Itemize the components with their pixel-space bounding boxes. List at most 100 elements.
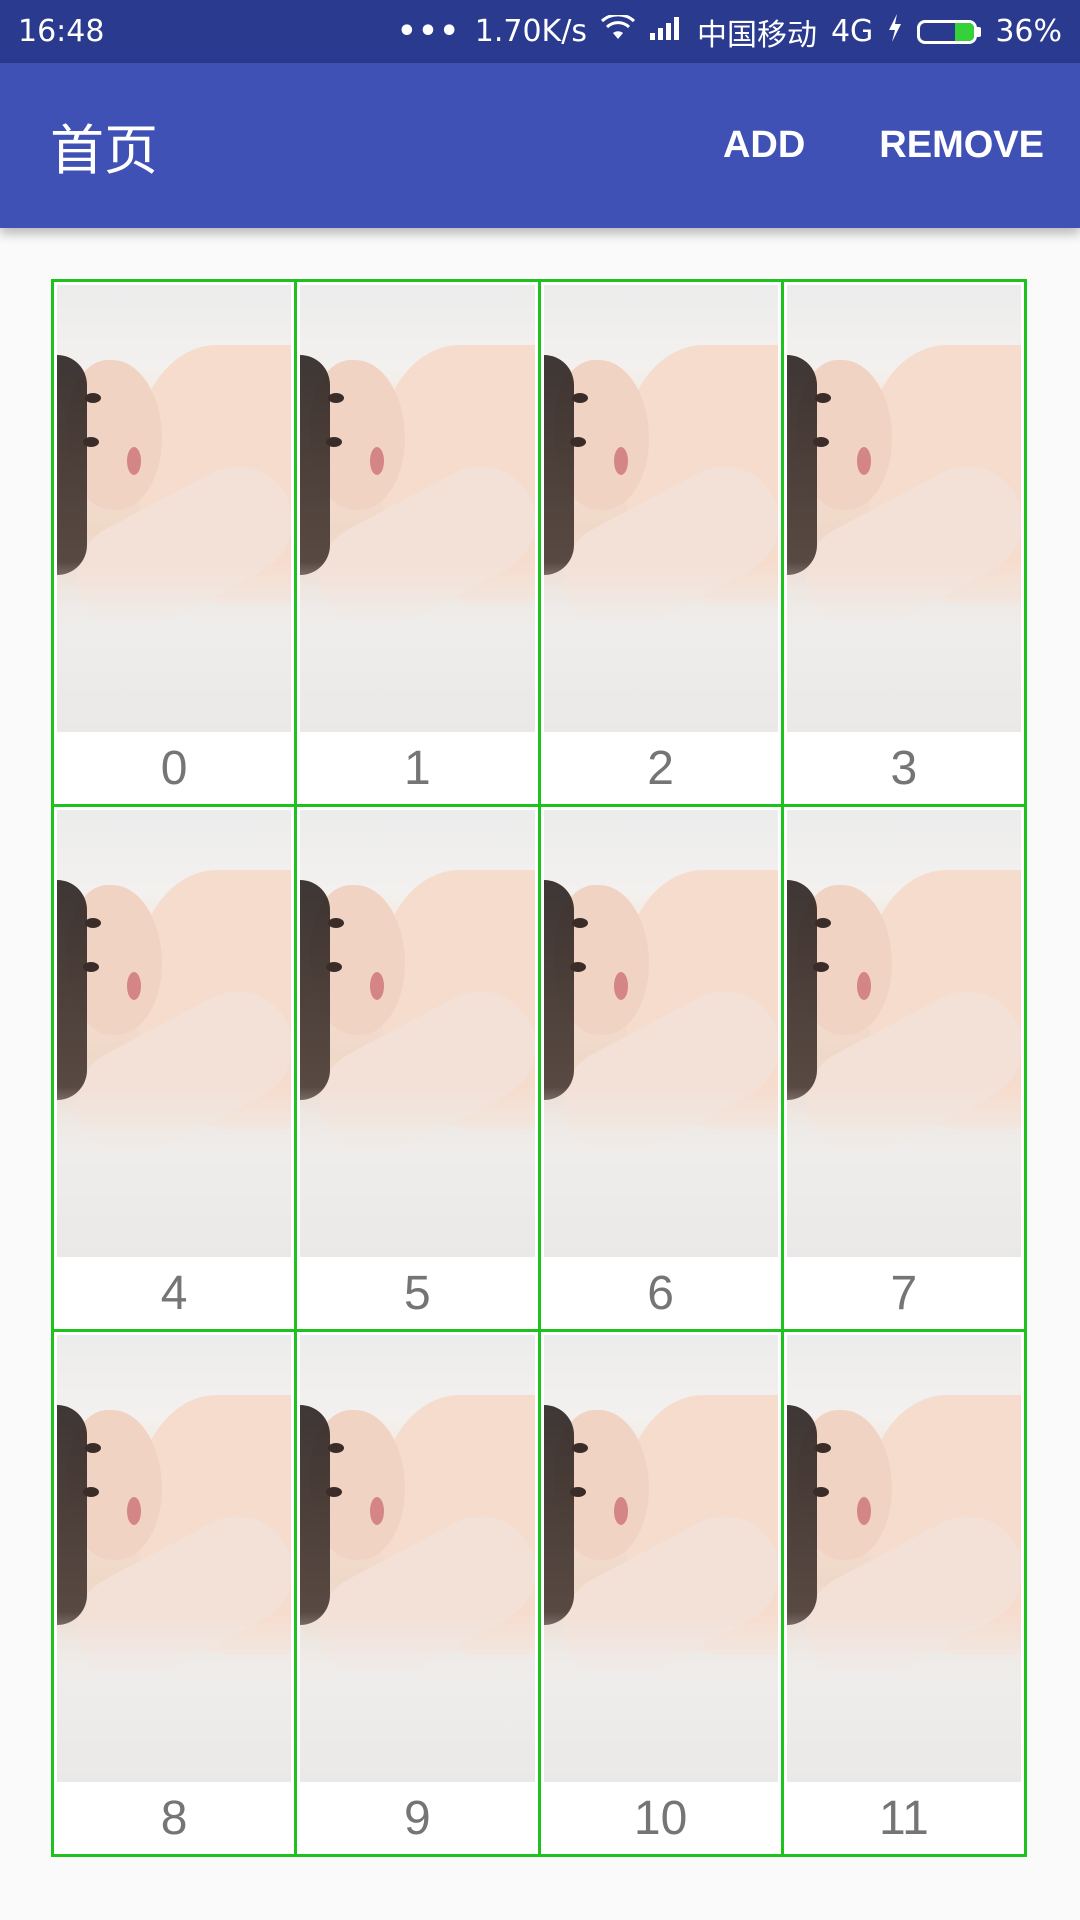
photo-sheet [786, 1612, 1021, 1782]
photo-eye2 [812, 437, 829, 447]
photo-lips [856, 447, 871, 475]
image-grid: 0 1 2 3 4 5 6 7 8 9 10 11 [51, 279, 1027, 1857]
photo-hair [57, 880, 87, 1100]
grid-item-image [543, 285, 778, 732]
photo-eye2 [83, 962, 99, 972]
photo-eye2 [569, 962, 586, 972]
grid-item-label: 7 [783, 1257, 1024, 1329]
grid-item[interactable]: 5 [297, 807, 541, 1332]
grid-item[interactable]: 0 [54, 282, 298, 807]
photo-hair [543, 880, 574, 1100]
carrier-name: 中国移动 [696, 17, 817, 53]
photo-lips [127, 972, 141, 1000]
photo-sheet [543, 1087, 778, 1257]
photo-hair [786, 355, 817, 575]
photo-hair [57, 355, 87, 575]
photo-hair [300, 1405, 331, 1625]
grid-item-image [300, 285, 535, 732]
battery-icon [917, 19, 982, 44]
photo-hair [543, 1405, 574, 1625]
grid-item-image [300, 1335, 535, 1782]
photo-hair [543, 355, 574, 575]
grid-item-image [786, 1335, 1021, 1782]
grid-item[interactable]: 1 [297, 282, 541, 807]
photo-hair [786, 880, 817, 1100]
page-title: 首页 [50, 119, 158, 182]
grid-item[interactable]: 10 [540, 1332, 784, 1857]
grid-item[interactable]: 9 [297, 1332, 541, 1857]
network-speed: 1.70K/s [474, 14, 587, 49]
grid-item-label: 6 [540, 1257, 781, 1329]
grid-item-image [786, 285, 1021, 732]
battery-percent: 36% [995, 14, 1062, 49]
battery-body [917, 19, 978, 44]
photo-eye1 [571, 393, 588, 403]
grid-item-label: 5 [297, 1257, 538, 1329]
photo-sheet [786, 562, 1021, 732]
photo-sheet [543, 1612, 778, 1782]
grid-item[interactable]: 2 [540, 282, 784, 807]
grid-item[interactable]: 6 [540, 807, 784, 1332]
grid-item-image [543, 1335, 778, 1782]
wifi-icon [600, 13, 635, 49]
photo-lips [856, 1497, 871, 1525]
grid-item-image [786, 810, 1021, 1257]
grid-item-image [57, 1335, 292, 1782]
photo-sheet [300, 1087, 535, 1257]
add-button[interactable]: ADD [723, 124, 805, 167]
photo-sheet [57, 562, 292, 732]
app-bar: 首页 ADD REMOVE [0, 63, 1080, 228]
grid-item[interactable]: 4 [54, 807, 298, 1332]
photo-hair [57, 1405, 87, 1625]
grid-item[interactable]: 7 [783, 807, 1027, 1332]
grid-item[interactable]: 8 [54, 1332, 298, 1857]
photo-hair [300, 355, 331, 575]
grid-item-label: 2 [540, 732, 781, 804]
photo-lips [613, 1497, 628, 1525]
status-right-group: ••• 1.70K/s 中国移动 4G 36% [397, 10, 1062, 54]
battery-tip [977, 26, 982, 37]
photo-hair [786, 1405, 817, 1625]
network-type: 4G [830, 14, 874, 49]
photo-eye1 [571, 1443, 588, 1453]
photo-sheet [300, 1612, 535, 1782]
photo-eye2 [812, 1487, 829, 1497]
grid-item-image [57, 285, 292, 732]
photo-eye2 [83, 1487, 99, 1497]
grid-item-image [543, 810, 778, 1257]
grid-item-label: 1 [297, 732, 538, 804]
more-notifications-icon: ••• [397, 14, 461, 49]
remove-button[interactable]: REMOVE [879, 124, 1044, 167]
grid-item-label: 10 [540, 1782, 781, 1854]
photo-lips [127, 447, 141, 475]
signal-bars-icon [649, 14, 683, 49]
photo-eye2 [812, 962, 829, 972]
photo-sheet [57, 1612, 292, 1782]
photo-sheet [300, 562, 535, 732]
photo-eye2 [83, 437, 99, 447]
photo-eye1 [85, 1443, 101, 1453]
photo-eye1 [814, 1443, 831, 1453]
photo-eye1 [571, 918, 588, 928]
grid-item-image [300, 810, 535, 1257]
grid-item-label: 8 [54, 1782, 295, 1854]
photo-eye1 [85, 393, 101, 403]
grid-item[interactable]: 3 [783, 282, 1027, 807]
status-time: 16:48 [18, 14, 105, 49]
grid-item-label: 0 [54, 732, 295, 804]
battery-fill [954, 22, 975, 41]
grid-item-label: 4 [54, 1257, 295, 1329]
grid-item[interactable]: 11 [783, 1332, 1027, 1857]
photo-lips [856, 972, 871, 1000]
photo-hair [300, 880, 331, 1100]
photo-sheet [786, 1087, 1021, 1257]
grid-item-label: 9 [297, 1782, 538, 1854]
status-bar: 16:48 ••• 1.70K/s 中国移动 4G 36% [0, 0, 1080, 63]
photo-eye1 [85, 918, 101, 928]
photo-lips [613, 972, 628, 1000]
photo-sheet [543, 562, 778, 732]
photo-eye2 [569, 1487, 586, 1497]
grid-item-image [57, 810, 292, 1257]
photo-lips [127, 1497, 141, 1525]
photo-eye2 [569, 437, 586, 447]
